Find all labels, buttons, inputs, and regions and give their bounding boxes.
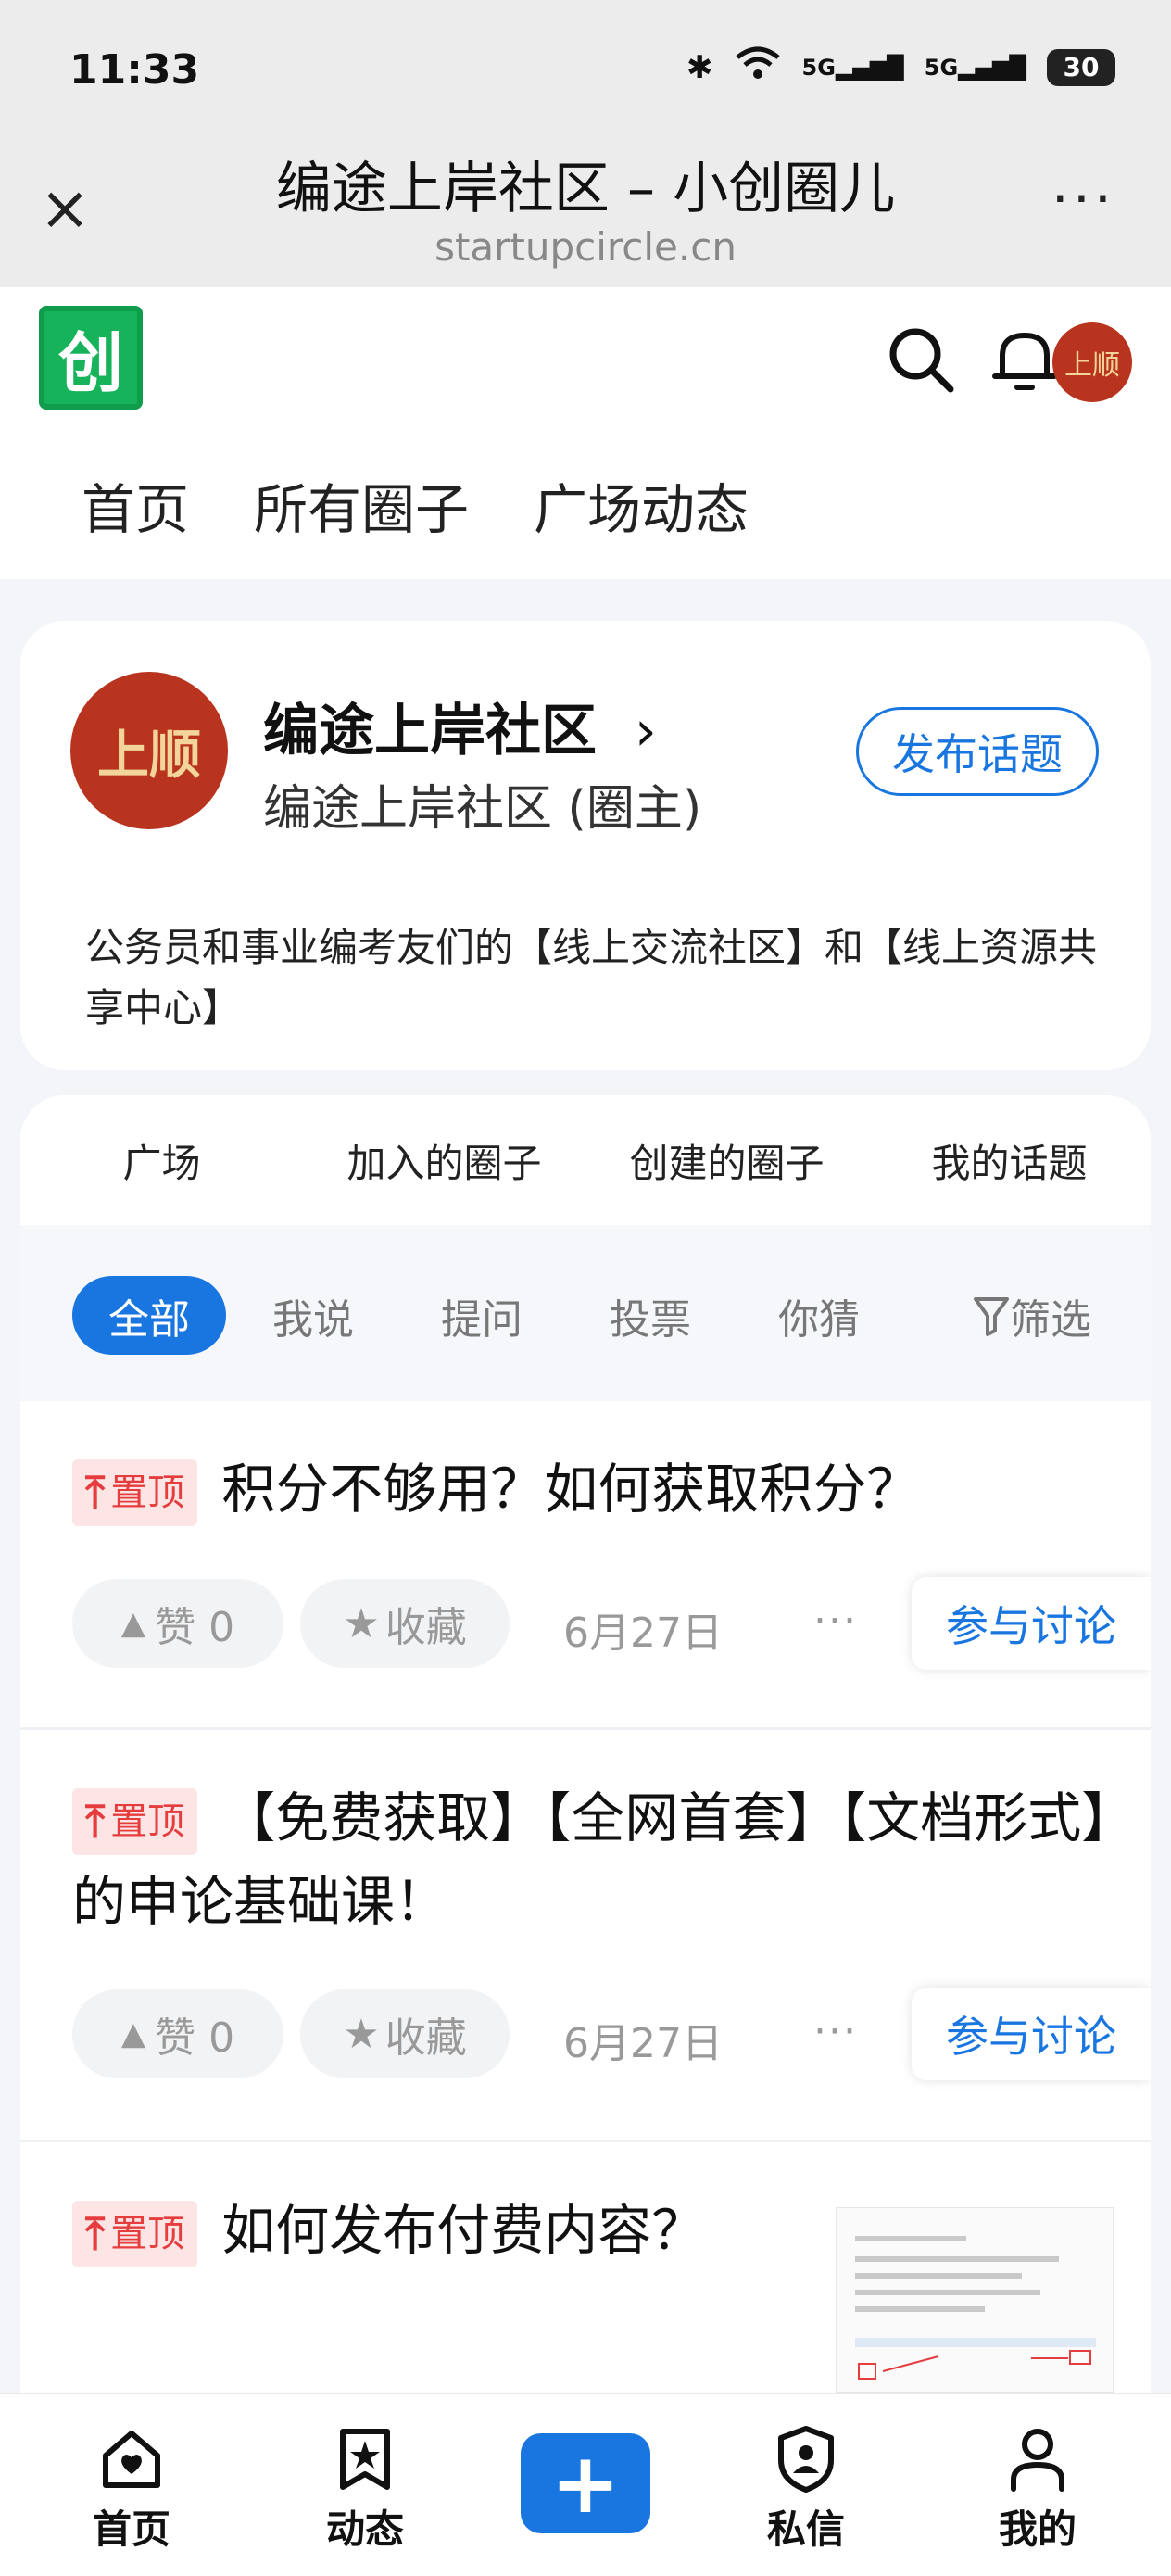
post-date: 6月27日	[563, 1610, 723, 1657]
bottom-nav-me[interactable]: 我的	[963, 2422, 1112, 2555]
bottom-nav-messages[interactable]: 私信	[732, 2422, 880, 2555]
join-discussion-button[interactable]: 参与讨论	[912, 1577, 1151, 1670]
tab-my-topics[interactable]: 我的话题	[868, 1132, 1151, 1189]
star-icon: ★	[343, 1599, 380, 1648]
notification-bell-icon[interactable]	[988, 322, 1062, 397]
bookmark-star-icon	[291, 2422, 439, 2496]
filter-all[interactable]: 全部	[72, 1276, 226, 1355]
post-item[interactable]: ⤒ 置顶 如何发布付费内容？	[20, 2142, 1151, 2393]
pin-icon: ⤒	[85, 2207, 106, 2260]
upvote-icon: ▲	[120, 2015, 146, 2052]
more-options-icon[interactable]: ···	[813, 2008, 858, 2055]
like-button[interactable]: ▲ 赞 0	[72, 1989, 283, 2078]
status-icons: ✱ 5G▂▄▆█ 5G▂▄▆█ 30	[686, 44, 1115, 90]
like-button[interactable]: ▲ 赞 0	[72, 1579, 283, 1668]
more-menu-icon[interactable]: ···	[1051, 167, 1115, 232]
post-title[interactable]: ⤒ 置顶 如何发布付费内容？	[72, 2189, 795, 2272]
more-options-icon[interactable]: ···	[813, 1597, 858, 1645]
bottom-nav-home[interactable]: 首页	[57, 2422, 206, 2555]
search-icon[interactable]	[884, 322, 958, 397]
tab-joined-circles[interactable]: 加入的圈子	[303, 1132, 586, 1189]
upvote-icon: ▲	[120, 1605, 146, 1642]
filter-button[interactable]: 筛选	[973, 1276, 1091, 1355]
post-item[interactable]: ⤒ 置顶 【免费获取】【全网首套】【文档形式】的申论基础课！ ▲ 赞 0 ★ 收藏 6月…	[20, 1730, 1151, 2142]
join-discussion-button[interactable]: 参与讨论	[912, 1988, 1151, 2080]
user-icon	[963, 2422, 1112, 2496]
shield-user-icon	[732, 2422, 880, 2496]
filter-ask[interactable]: 提问	[441, 1276, 523, 1355]
bottom-nav: 首页 动态 + 私信 我的	[0, 2393, 1171, 2576]
community-avatar[interactable]: 上顺	[70, 672, 228, 829]
post-actions: ▲ 赞 0 ★ 收藏	[72, 1989, 510, 2078]
top-nav: 首页 所有圈子 广场动态	[0, 431, 1171, 579]
battery-icon: 30	[1047, 48, 1115, 86]
nav-home[interactable]: 首页	[82, 466, 189, 544]
star-icon: ★	[343, 2010, 380, 2058]
post-thumbnail[interactable]	[836, 2207, 1114, 2393]
community-card: 上顺 编途上岸社区 › 编途上岸社区 (圈主) 发布话题 公务员和事业编考友们的…	[20, 621, 1151, 1070]
post-item[interactable]: ⤒ 置顶 积分不够用？如何获取积分？ ▲ 赞 0 ★ 收藏 6月27日 ··· 参与讨论	[20, 1401, 1151, 1730]
favorite-button[interactable]: ★ 收藏	[300, 1579, 510, 1668]
bluetooth-icon: ✱	[686, 48, 713, 86]
app-logo[interactable]: 创	[39, 306, 143, 410]
user-avatar[interactable]: 上顺	[1052, 322, 1132, 402]
post-date: 6月27日	[563, 2020, 723, 2067]
publish-topic-button[interactable]: 发布话题	[856, 707, 1099, 796]
page-title: 编途上岸社区 – 小创圈儿	[275, 157, 896, 221]
filter-guess[interactable]: 你猜	[778, 1276, 860, 1355]
signal-icon-2: 5G▂▄▆█	[924, 54, 1026, 81]
page-url: startupcircle.cn	[434, 224, 737, 270]
home-icon	[57, 2422, 206, 2496]
tab-created-circles[interactable]: 创建的圈子	[586, 1132, 868, 1189]
filter-vote[interactable]: 投票	[610, 1276, 691, 1355]
post-title[interactable]: ⤒ 置顶 【免费获取】【全网首套】【文档形式】的申论基础课！	[72, 1776, 1110, 1943]
status-bar: 11:33 ✱ 5G▂▄▆█ 5G▂▄▆█ 30	[0, 0, 1171, 139]
signal-icon-1: 5G▂▄▆█	[801, 54, 904, 81]
favorite-button[interactable]: ★ 收藏	[300, 1989, 510, 2078]
browser-bar: × 编途上岸社区 – 小创圈儿 startupcircle.cn ···	[0, 139, 1171, 287]
community-description: 公务员和事业编考友们的【线上交流社区】和【线上资源共享中心】	[85, 925, 1098, 1030]
funnel-icon	[974, 1296, 1009, 1336]
filter-say[interactable]: 我说	[272, 1276, 354, 1355]
status-time: 11:33	[69, 46, 200, 94]
community-owner: 编途上岸社区 (圈主)	[263, 781, 702, 837]
create-post-button[interactable]: +	[521, 2433, 650, 2533]
tab-square[interactable]: 广场	[20, 1132, 303, 1189]
nav-square-feed[interactable]: 广场动态	[534, 466, 749, 544]
pin-icon: ⤒	[85, 1795, 106, 1848]
pinned-badge: ⤒ 置顶	[72, 1458, 198, 1526]
community-name[interactable]: 编途上岸社区 ›	[263, 686, 657, 766]
filter-bar: 全部 我说 提问 投票 你猜 筛选	[20, 1225, 1151, 1401]
chevron-right-icon: ›	[634, 699, 657, 764]
pinned-badge: ⤒ 置顶	[72, 1787, 198, 1855]
sub-tabs: 广场 加入的圈子 创建的圈子 我的话题	[20, 1095, 1151, 1225]
pin-icon: ⤒	[85, 1466, 106, 1519]
post-title[interactable]: ⤒ 置顶 积分不够用？如何获取积分？	[72, 1447, 1110, 1531]
wifi-icon	[734, 44, 782, 90]
bottom-nav-feed[interactable]: 动态	[291, 2422, 439, 2555]
content-card: 广场 加入的圈子 创建的圈子 我的话题 全部 我说 提问 投票 你猜 筛选 ⤒ 置…	[20, 1095, 1151, 2393]
app-header: 创 上顺	[0, 287, 1171, 431]
pinned-badge: ⤒ 置顶	[72, 2200, 198, 2267]
nav-all-circles[interactable]: 所有圈子	[254, 466, 469, 544]
post-actions: ▲ 赞 0 ★ 收藏	[72, 1579, 510, 1668]
